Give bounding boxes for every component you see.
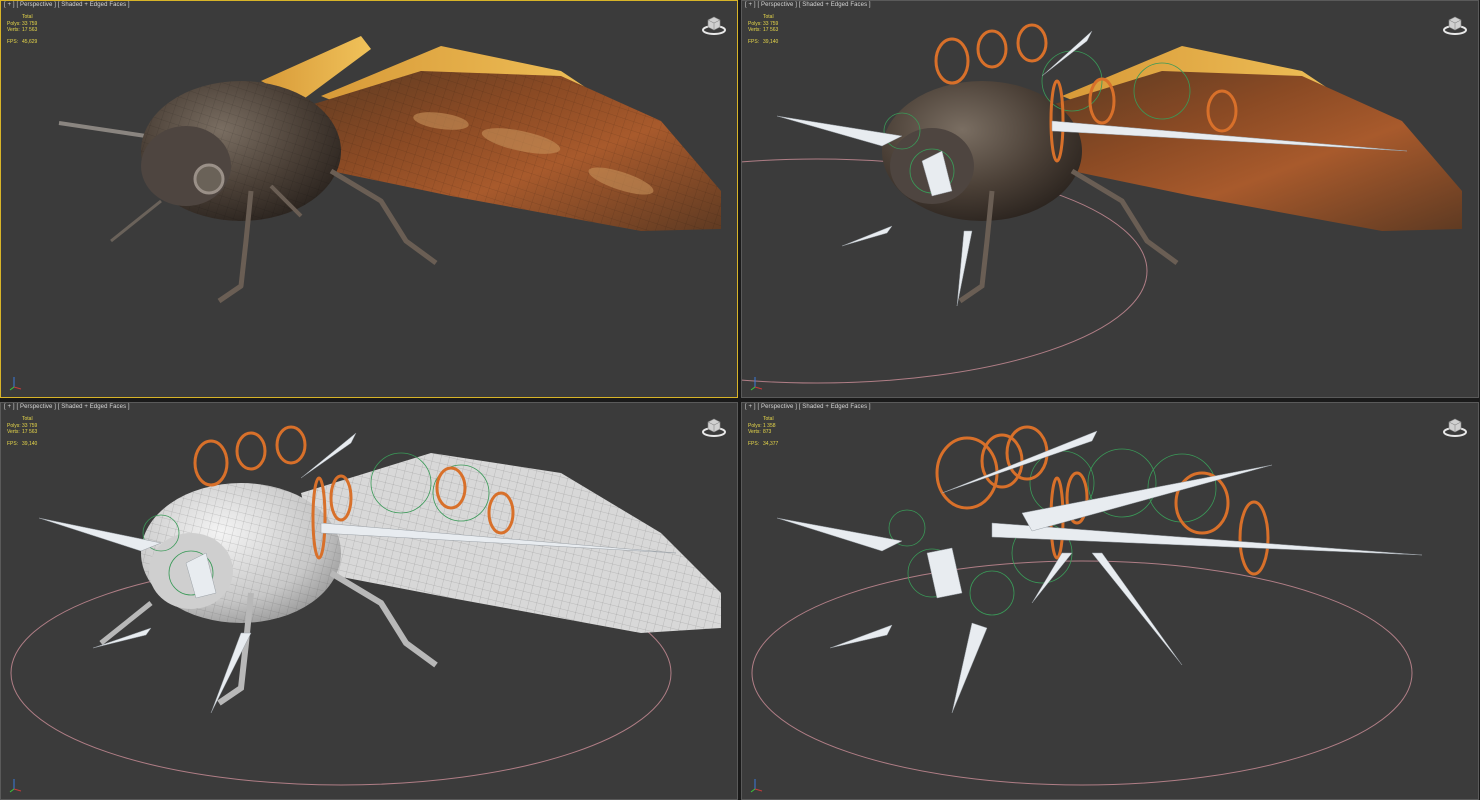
fps-value: 39,140	[22, 440, 38, 447]
view-type-menu[interactable]: [ Perspective ]	[757, 2, 797, 8]
axis-tripod-icon	[9, 779, 22, 793]
polys-value: 1 358	[763, 422, 776, 429]
verts-key: Verts:	[748, 27, 761, 34]
shading-menu[interactable]: [ Shaded + Edged Faces ]	[58, 2, 130, 8]
fps-value: 45,629	[22, 38, 38, 45]
viewport-menu-plus[interactable]: [ + ]	[745, 404, 756, 410]
viewcube-icon[interactable]	[701, 14, 727, 36]
polys-key: Polys:	[748, 20, 762, 27]
moth-textured-rig-render	[742, 23, 1462, 384]
shading-menu[interactable]: [ Shaded + Edged Faces ]	[799, 404, 871, 410]
viewport-menu-plus[interactable]: [ + ]	[4, 2, 15, 8]
moth-bones-render	[751, 425, 1423, 786]
head	[141, 126, 231, 206]
view-type-menu[interactable]: [ Perspective ]	[16, 404, 56, 410]
polys-value: 33 759	[22, 20, 38, 27]
viewcube-icon[interactable]	[701, 416, 727, 438]
statistics-overlay: Total Polys: 33 759 Verts: 17 563 FPS: 45,6…	[7, 14, 37, 45]
viewcube-icon[interactable]	[1442, 416, 1468, 438]
polys-key: Polys:	[7, 20, 21, 27]
viewport-grid: [ + ] [ Perspective ] [ Shaded + Edged F…	[0, 0, 1480, 800]
viewport-top-left[interactable]: [ + ] [ Perspective ] [ Shaded + Edged F…	[0, 0, 738, 398]
stats-total-label: Total	[22, 416, 33, 422]
verts-value: 17 563	[22, 429, 38, 436]
fps-key: FPS:	[7, 440, 19, 447]
verts-value: 17 563	[22, 27, 38, 34]
axis-tripod-icon	[750, 377, 763, 391]
verts-key: Verts:	[748, 429, 761, 436]
verts-key: Verts:	[7, 27, 20, 34]
moth-textured-render	[58, 36, 721, 304]
stats-total-label: Total	[763, 14, 774, 20]
polys-value: 33 759	[22, 422, 38, 429]
polys-key: Polys:	[7, 422, 21, 429]
polys-key: Polys:	[748, 422, 762, 429]
fps-value: 34,377	[763, 440, 779, 447]
viewport-label[interactable]: [ + ] [ Perspective ] [ Shaded + Edged F…	[745, 2, 871, 8]
shading-menu[interactable]: [ Shaded + Edged Faces ]	[58, 404, 130, 410]
stats-total-label: Total	[22, 14, 33, 20]
axis-tripod-icon	[750, 779, 763, 793]
polys-value: 33 759	[763, 20, 779, 27]
fps-key: FPS:	[7, 38, 19, 45]
fps-key: FPS:	[748, 38, 760, 45]
verts-value: 17 563	[763, 27, 779, 34]
viewport-menu-plus[interactable]: [ + ]	[4, 404, 15, 410]
fps-value: 39,140	[763, 38, 779, 45]
moth-clay-rig-render	[10, 425, 721, 786]
view-type-menu[interactable]: [ Perspective ]	[16, 2, 56, 8]
statistics-overlay: Total Polys: 1 358 Verts: 873 FPS: 34,377	[748, 416, 778, 447]
viewport-label[interactable]: [ + ] [ Perspective ] [ Shaded + Edged F…	[745, 404, 871, 410]
viewport-top-right[interactable]: [ + ] [ Perspective ] [ Shaded + Edged F…	[741, 0, 1479, 398]
ground-circle	[751, 560, 1413, 786]
viewcube-icon[interactable]	[1442, 14, 1468, 36]
viewport-label[interactable]: [ + ] [ Perspective ] [ Shaded + Edged F…	[4, 2, 130, 8]
stats-total-label: Total	[763, 416, 774, 422]
statistics-overlay: Total Polys: 33 759 Verts: 17 563 FPS: 39,1…	[748, 14, 778, 45]
view-type-menu[interactable]: [ Perspective ]	[757, 404, 797, 410]
viewport-bottom-left[interactable]: [ + ] [ Perspective ] [ Shaded + Edged F…	[0, 402, 738, 800]
shading-menu[interactable]: [ Shaded + Edged Faces ]	[799, 2, 871, 8]
verts-key: Verts:	[7, 429, 20, 436]
verts-value: 873	[763, 429, 772, 436]
viewport-menu-plus[interactable]: [ + ]	[745, 2, 756, 8]
statistics-overlay: Total Polys: 33 759 Verts: 17 563 FPS: 39,1…	[7, 416, 37, 447]
axis-tripod-icon	[9, 377, 22, 391]
proboscis	[110, 199, 162, 243]
viewport-label[interactable]: [ + ] [ Perspective ] [ Shaded + Edged F…	[4, 404, 130, 410]
fps-key: FPS:	[748, 440, 760, 447]
viewport-bottom-right[interactable]: [ + ] [ Perspective ] [ Shaded + Edged F…	[741, 402, 1479, 800]
